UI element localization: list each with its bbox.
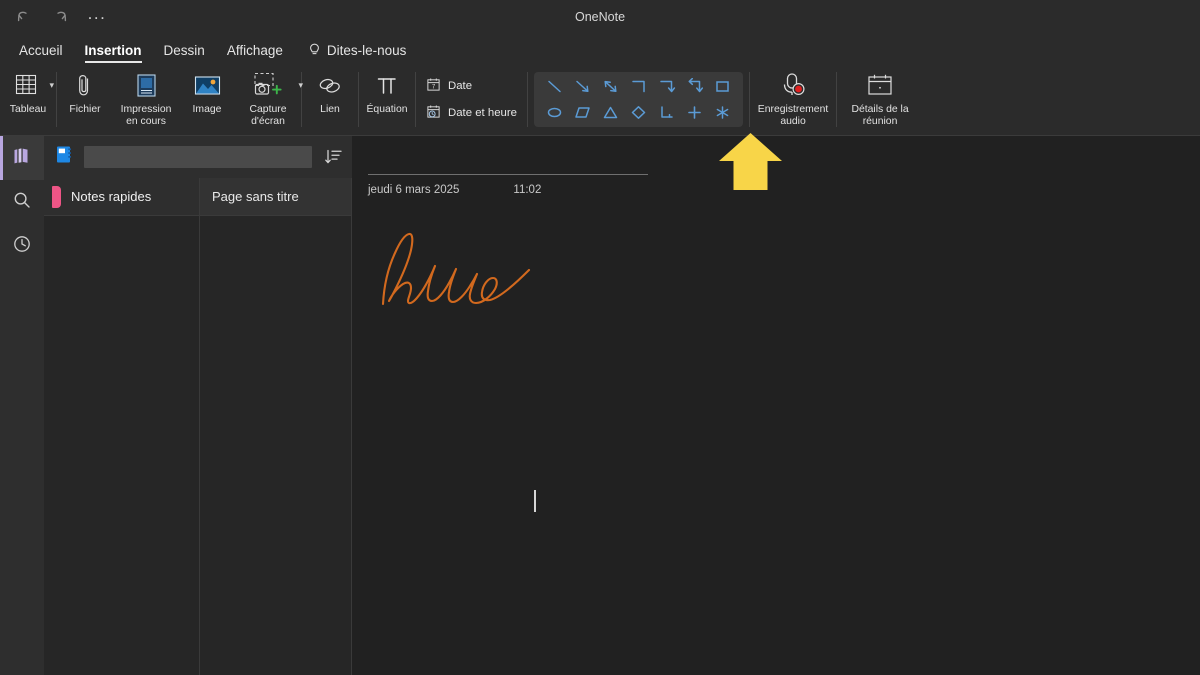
ribbon-group-recording: Enregistrement audio <box>750 64 836 135</box>
date-label: Date <box>448 80 473 92</box>
page-item-untitled[interactable]: Page sans titre <box>200 178 351 216</box>
audio-record-icon <box>776 71 810 101</box>
paperclip-icon <box>72 71 98 101</box>
shape-triangle-icon[interactable] <box>598 101 623 124</box>
notebook-name-field[interactable] <box>84 146 312 168</box>
tell-me-label: Dites-le-nous <box>326 42 407 58</box>
sort-icon[interactable] <box>322 145 346 169</box>
page-title-area[interactable]: jeudi 6 mars 2025 11:02 <box>368 174 650 196</box>
shape-parallelogram-icon[interactable] <box>570 101 595 124</box>
date-time-button[interactable]: Date et heure <box>426 104 517 122</box>
tab-affichage[interactable]: Affichage <box>216 36 294 64</box>
notebook-icon[interactable] <box>54 144 74 170</box>
screen-clipping-label: Capture d'écran <box>249 104 287 127</box>
ribbon-separator <box>527 72 529 127</box>
tab-accueil[interactable]: Accueil <box>8 36 74 64</box>
link-button[interactable]: Lien <box>302 64 358 135</box>
calendar-clock-icon <box>426 104 441 122</box>
shape-plus-icon[interactable] <box>682 101 707 124</box>
shape-elbow-double-arrow-icon[interactable] <box>682 75 707 98</box>
tab-dessin[interactable]: Dessin <box>153 36 216 64</box>
ribbon-group-links: Lien <box>302 64 358 135</box>
image-label: Image <box>192 104 222 115</box>
lightbulb-icon <box>308 43 321 58</box>
left-rail <box>0 136 44 675</box>
meeting-details-label: Détails de la réunion <box>851 104 909 127</box>
onenote-window: ... OneNote Accueil Insertion Dessin Aff… <box>0 0 1200 675</box>
shape-asterisk-icon[interactable] <box>710 101 735 124</box>
printout-button[interactable]: Impression en cours <box>113 64 179 135</box>
file-label: Fichier <box>69 104 101 115</box>
shape-bracket-icon[interactable] <box>654 101 679 124</box>
date-button[interactable]: 7 Date <box>426 77 517 95</box>
shape-ellipse-icon[interactable] <box>542 101 567 124</box>
ribbon: ▾ Tableau Fichier Impression en cours Im… <box>0 64 1200 136</box>
ribbon-group-meeting: Détails de la réunion <box>837 64 923 135</box>
picture-icon <box>193 71 222 101</box>
svg-text:7: 7 <box>432 85 436 91</box>
rail-item-recent[interactable] <box>0 224 44 268</box>
section-item-notes-rapides[interactable]: Notes rapides <box>44 178 199 216</box>
printout-icon <box>133 71 160 101</box>
file-button[interactable]: Fichier <box>57 64 113 135</box>
audio-recording-button[interactable]: Enregistrement audio <box>750 64 836 135</box>
shape-arrow-icon[interactable] <box>570 75 595 98</box>
ink-stroke-hello[interactable] <box>370 222 560 327</box>
shape-diamond-icon[interactable] <box>626 101 651 124</box>
link-icon <box>315 71 345 101</box>
chevron-down-icon[interactable]: ▾ <box>298 80 303 91</box>
shapes-row-1 <box>542 75 735 98</box>
clock-icon <box>12 234 32 259</box>
section-color-tab <box>52 185 61 208</box>
table-button[interactable]: ▾ Tableau <box>0 64 56 135</box>
page-time: 11:02 <box>513 184 542 196</box>
audio-recording-label: Enregistrement audio <box>757 104 829 127</box>
section-label: Notes rapides <box>71 189 152 204</box>
meeting-details-button[interactable]: Détails de la réunion <box>837 64 923 135</box>
section-list: Notes rapides <box>44 178 200 675</box>
page-canvas[interactable]: jeudi 6 mars 2025 11:02 <box>352 136 1200 675</box>
rail-item-notebooks[interactable] <box>0 136 44 180</box>
shape-elbow-icon[interactable] <box>626 75 651 98</box>
annotation-arrow-up-icon <box>716 131 786 196</box>
search-icon <box>12 190 32 215</box>
shape-elbow-arrow-icon[interactable] <box>654 75 679 98</box>
date-time-label: Date et heure <box>448 107 518 119</box>
ribbon-group-equation: Équation <box>359 64 415 135</box>
tell-me-box[interactable]: Dites-le-nous <box>294 36 418 64</box>
page-label: Page sans titre <box>212 189 299 204</box>
shape-double-arrow-icon[interactable] <box>598 75 623 98</box>
page-date: jeudi 6 mars 2025 <box>368 184 460 196</box>
printout-label: Impression en cours <box>120 104 172 127</box>
shape-line-icon[interactable] <box>542 75 567 98</box>
notebook-header <box>44 136 356 178</box>
meeting-calendar-icon <box>865 71 895 101</box>
camera-clip-icon <box>251 71 285 101</box>
ribbon-group-timestamp: 7 Date Date et heure <box>416 64 527 135</box>
shapes-row-2 <box>542 101 735 124</box>
screen-clipping-button[interactable]: ▾ Capture d'écran <box>235 64 303 135</box>
app-title: OneNote <box>574 10 626 24</box>
text-caret <box>534 490 536 512</box>
title-underline <box>368 174 648 175</box>
chevron-down-icon[interactable]: ▾ <box>49 80 54 91</box>
notebooks-icon <box>11 146 33 171</box>
ribbon-group-files: Fichier Impression en cours Image ▾ Capt… <box>57 64 303 135</box>
ribbon-tab-bar: Accueil Insertion Dessin Affichage Dites… <box>0 36 1200 64</box>
rail-item-search[interactable] <box>0 180 44 224</box>
shape-rectangle-icon[interactable] <box>710 75 735 98</box>
page-list: Page sans titre <box>200 178 352 675</box>
table-icon <box>13 71 43 101</box>
tab-insertion[interactable]: Insertion <box>74 36 153 64</box>
ribbon-group-tables: ▾ Tableau <box>0 64 56 135</box>
shapes-gallery[interactable] <box>534 72 744 127</box>
title-bar: ... OneNote <box>0 0 1200 36</box>
pi-icon <box>374 71 400 101</box>
equation-button[interactable]: Équation <box>359 64 415 135</box>
link-label: Lien <box>320 104 340 115</box>
calendar-icon: 7 <box>426 77 441 95</box>
image-button[interactable]: Image <box>179 64 235 135</box>
equation-label: Équation <box>366 104 408 115</box>
table-label: Tableau <box>9 104 47 115</box>
